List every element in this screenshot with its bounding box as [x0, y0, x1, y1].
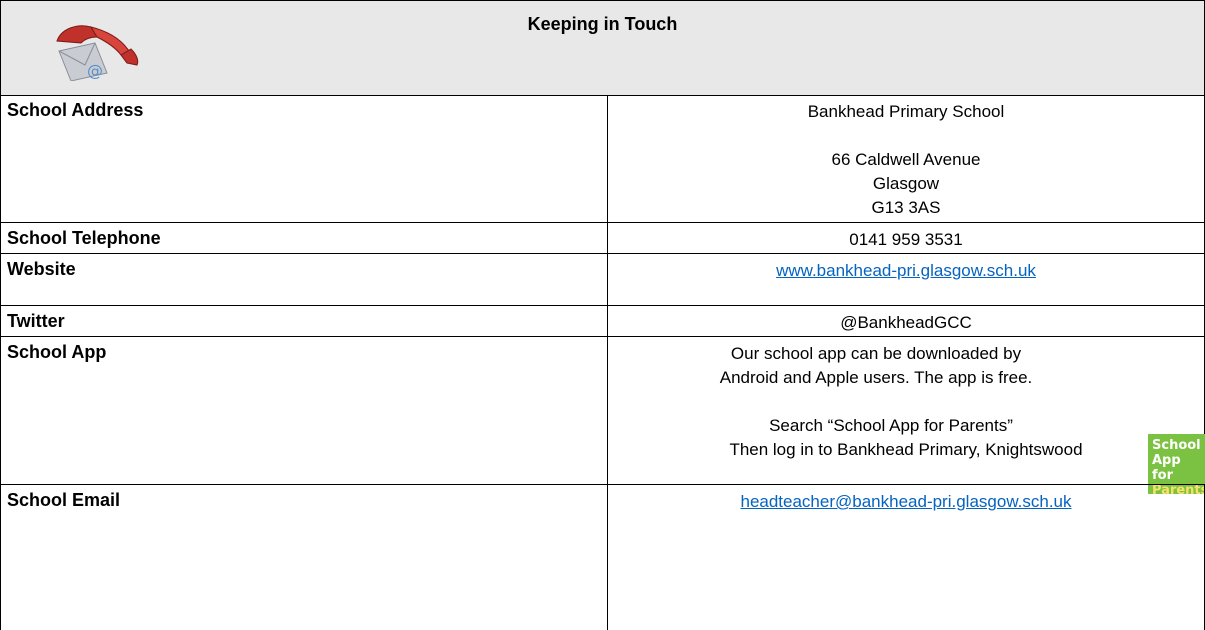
address-line: Glasgow: [872, 174, 940, 193]
email-link[interactable]: headteacher@bankhead-pri.glasgow.sch.uk: [740, 492, 1071, 511]
badge-text: School: [1152, 438, 1201, 453]
app-line: Then log in to Bankhead Primary, Knights…: [729, 440, 1083, 459]
website-value: www.bankhead-pri.glasgow.sch.uk: [608, 254, 1205, 305]
app-line: [608, 390, 1204, 414]
app-line: Search “School App for Parents”: [769, 416, 1013, 435]
telephone-number: 0141 959 3531: [849, 230, 963, 249]
app-value: Our school app can be downloaded by Andr…: [608, 337, 1205, 484]
table-row: School Telephone 0141 959 3531: [0, 223, 1205, 253]
table-row: School App Our school app can be downloa…: [0, 337, 1205, 484]
address-value: Bankhead Primary School 66 Caldwell Aven…: [608, 95, 1205, 222]
app-line: Android and Apple users. The app is free…: [719, 368, 1033, 387]
twitter-label: Twitter: [0, 306, 608, 336]
table-row: School Address Bankhead Primary School 6…: [0, 95, 1205, 222]
telephone-label: School Telephone: [0, 223, 608, 253]
website-link[interactable]: www.bankhead-pri.glasgow.sch.uk: [776, 261, 1036, 280]
svg-text:@: @: [87, 61, 103, 80]
table-row: School Email headteacher@bankhead-pri.gl…: [0, 485, 1205, 630]
twitter-value: @BankheadGCC: [608, 306, 1205, 336]
telephone-value: 0141 959 3531: [608, 223, 1205, 253]
table-header: @ Keeping in Touch: [0, 0, 1205, 96]
badge-text: App for: [1152, 453, 1181, 483]
address-line: Bankhead Primary School: [807, 102, 1005, 121]
address-label: School Address: [0, 95, 608, 222]
address-line: [608, 124, 1204, 148]
twitter-handle: @BankheadGCC: [840, 313, 972, 332]
website-label: Website: [0, 254, 608, 305]
email-value: headteacher@bankhead-pri.glasgow.sch.uk: [608, 485, 1205, 630]
table-row: Website www.bankhead-pri.glasgow.sch.uk: [0, 254, 1205, 305]
app-line: Our school app can be downloaded by: [730, 344, 1022, 363]
app-label: School App: [0, 337, 608, 484]
page-title: Keeping in Touch: [527, 14, 678, 34]
address-line: G13 3AS: [871, 198, 941, 217]
address-line: 66 Caldwell Avenue: [831, 150, 981, 169]
table-row: Twitter @BankheadGCC: [0, 306, 1205, 336]
email-label: School Email: [0, 485, 608, 630]
